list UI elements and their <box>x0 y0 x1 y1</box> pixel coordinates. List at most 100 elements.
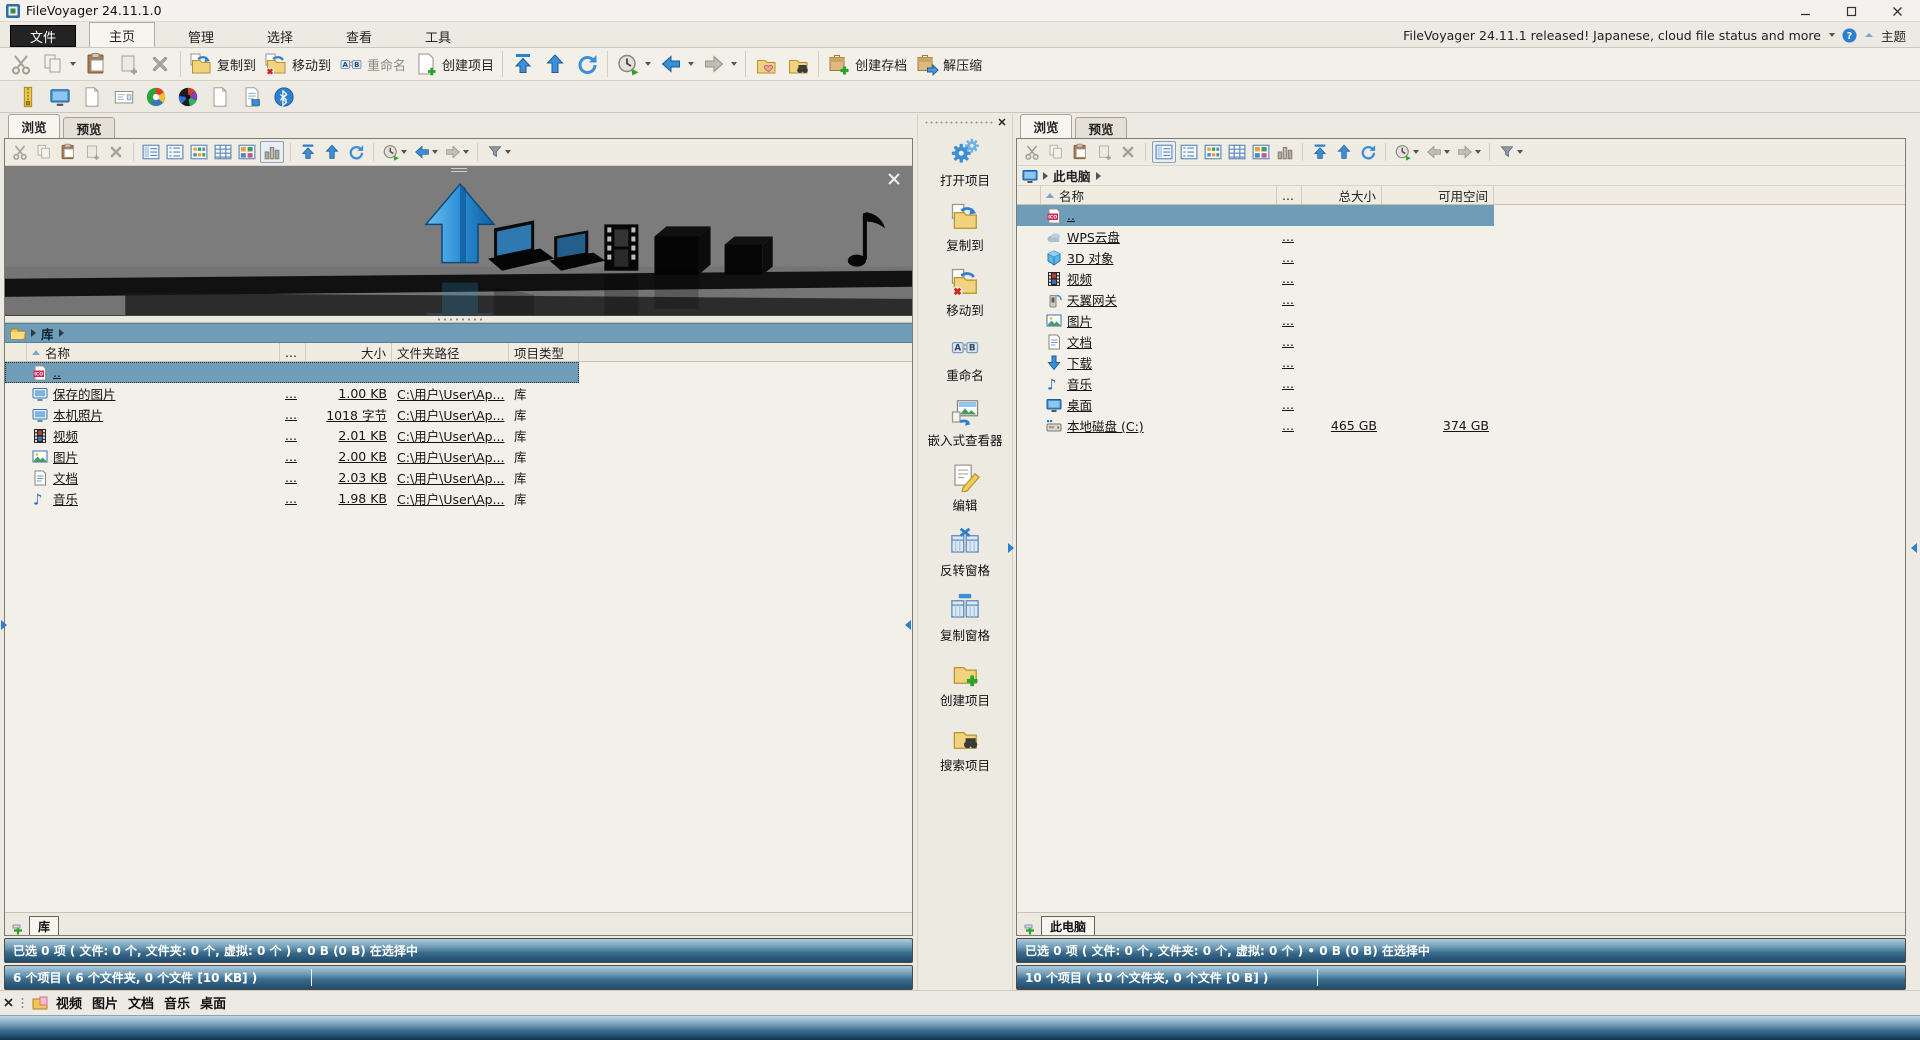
more-cell[interactable]: ... <box>1277 418 1302 433</box>
breadcrumb-segment[interactable]: 此电脑 <box>1053 166 1091 185</box>
table-row[interactable]: 天翼网关... <box>1017 289 1494 310</box>
dock-item-3[interactable]: 音乐 <box>164 997 190 1012</box>
cell-value[interactable]: 2.00 KB <box>338 449 387 464</box>
file-link[interactable]: 视频 <box>1067 269 1092 288</box>
right-pane-tab-0[interactable]: 浏览 <box>1020 114 1072 138</box>
cut-button[interactable] <box>9 141 31 163</box>
go-up-button[interactable] <box>539 50 571 78</box>
edit-button[interactable]: 编辑 <box>921 455 1009 520</box>
right-breadcrumb[interactable]: 此电脑 <box>1017 166 1905 186</box>
right-splitter-expand-icon[interactable] <box>1008 543 1014 553</box>
file-link[interactable]: 音乐 <box>53 489 78 508</box>
filter-dropdown-icon[interactable] <box>1517 150 1523 154</box>
file-link[interactable]: .. <box>53 365 61 380</box>
file-link[interactable]: 音乐 <box>1067 374 1092 393</box>
paste-button[interactable] <box>1069 141 1091 163</box>
history-dropdown-icon[interactable] <box>1413 150 1419 154</box>
more-cell[interactable]: ... <box>1277 376 1302 391</box>
toolbar-drag-handle[interactable] <box>924 121 994 124</box>
add-tab-icon[interactable] <box>11 921 25 935</box>
column-header-4[interactable]: 文件夹路径 <box>392 343 509 361</box>
theme-button[interactable]: 主题 <box>1881 26 1906 45</box>
column-header-3[interactable]: 总大小 <box>1302 186 1382 204</box>
left-breadcrumb[interactable]: 库 <box>5 323 912 343</box>
size-cell[interactable]: 1018 字节 <box>306 405 392 424</box>
cell-value[interactable]: ... <box>1282 229 1294 244</box>
right-edge-collapse-icon[interactable] <box>1911 543 1917 553</box>
history-button[interactable] <box>1392 141 1421 163</box>
cell-value[interactable]: 2.03 KB <box>338 470 387 485</box>
table-row[interactable]: 本机照片...1018 字节C:\用户\User\Ap...库 <box>5 404 579 425</box>
column-header-3[interactable]: 大小 <box>306 343 392 361</box>
back-dropdown-icon[interactable] <box>1444 150 1450 154</box>
file-link[interactable]: 图片 <box>1067 311 1092 330</box>
rename-button[interactable]: AB重命名 <box>921 325 1009 390</box>
table-row[interactable]: ♪音乐... <box>1017 373 1494 394</box>
forward-dropdown-icon[interactable] <box>731 62 737 66</box>
filter-dropdown-icon[interactable] <box>505 150 511 154</box>
cell-value[interactable]: ... <box>285 491 297 506</box>
more-cell[interactable]: ... <box>1277 271 1302 286</box>
copy-button[interactable] <box>1045 141 1067 163</box>
left-edge-expand-icon[interactable] <box>1 620 7 630</box>
file-link[interactable]: WPS云盘 <box>1067 227 1120 246</box>
table-row[interactable]: 桌面... <box>1017 394 1494 415</box>
ribbon-tab-5[interactable]: 工具 <box>405 25 471 47</box>
file-link[interactable]: 视频 <box>53 426 78 445</box>
go-up-button[interactable] <box>1333 141 1355 163</box>
extract-button[interactable]: 解压缩 <box>911 50 986 78</box>
maximize-button[interactable] <box>1828 0 1874 22</box>
file-link[interactable]: 图片 <box>53 447 78 466</box>
copy-dropdown-icon[interactable] <box>70 62 76 66</box>
cell-value[interactable]: ... <box>285 449 297 464</box>
cut-button[interactable] <box>1021 141 1043 163</box>
column-header-1[interactable]: 名称 <box>1041 186 1277 204</box>
notice-dropdown-icon[interactable] <box>1829 33 1835 37</box>
preview-close-icon[interactable] <box>886 171 902 187</box>
close-button[interactable] <box>1874 0 1920 22</box>
file-link[interactable]: 文档 <box>53 468 78 487</box>
cell-value[interactable]: 1018 字节 <box>326 405 387 424</box>
cell-value[interactable]: ... <box>1282 250 1294 265</box>
search-folder-button[interactable] <box>782 50 814 78</box>
forward-button[interactable] <box>698 50 741 78</box>
copy-to-button[interactable]: 复制到 <box>185 50 260 78</box>
preview-resize-handle[interactable] <box>451 168 467 172</box>
filter-button[interactable] <box>484 141 513 163</box>
ribbon-tab-0[interactable]: 文件 <box>10 25 76 47</box>
help-icon[interactable]: ? <box>1842 28 1857 43</box>
path-cell[interactable]: C:\用户\User\Ap... <box>392 489 509 508</box>
location-tab[interactable]: 此电脑 <box>1041 916 1095 935</box>
cell-value[interactable]: ... <box>1282 355 1294 370</box>
column-header-0[interactable] <box>1017 186 1041 204</box>
size-cell[interactable]: 2.01 KB <box>306 428 392 443</box>
history-dropdown-icon[interactable] <box>401 150 407 154</box>
bluetooth-icon[interactable] <box>273 86 295 108</box>
breadcrumb-segment[interactable]: 库 <box>41 324 54 343</box>
cell-value[interactable]: C:\用户\User\Ap... <box>397 489 504 508</box>
back-button[interactable] <box>411 141 440 163</box>
copy-to-button[interactable]: 复制到 <box>921 195 1009 260</box>
table-row[interactable]: 保存的图片...1.00 KBC:\用户\User\Ap...库 <box>5 383 579 404</box>
right-pane-tab-1[interactable]: 预览 <box>1075 117 1127 138</box>
table-row[interactable]: ICO.. <box>5 362 579 383</box>
file-link[interactable]: 本机照片 <box>53 405 103 424</box>
more-cell[interactable]: ... <box>1277 250 1302 265</box>
back-dropdown-icon[interactable] <box>688 62 694 66</box>
delete-button[interactable] <box>144 50 176 78</box>
add-tab-icon[interactable] <box>1023 921 1037 935</box>
table-row[interactable]: 本地磁盘 (C:)...465 GB374 GB <box>1017 415 1494 436</box>
table-row[interactable]: 图片... <box>1017 310 1494 331</box>
dock-item-0[interactable]: 视频 <box>56 997 82 1012</box>
more-cell[interactable]: ... <box>280 428 306 443</box>
view-details-button[interactable] <box>140 141 162 163</box>
dock-item-1[interactable]: 图片 <box>92 997 118 1012</box>
history-dropdown-icon[interactable] <box>645 62 651 66</box>
file-link[interactable]: .. <box>1067 208 1075 223</box>
history-button[interactable] <box>380 141 409 163</box>
forward-button[interactable] <box>442 141 471 163</box>
view-tiles-button[interactable] <box>236 141 258 163</box>
total-cell[interactable]: 465 GB <box>1302 418 1382 433</box>
move-to-button[interactable]: 移动到 <box>921 260 1009 325</box>
view-columns-button[interactable] <box>1274 141 1296 163</box>
